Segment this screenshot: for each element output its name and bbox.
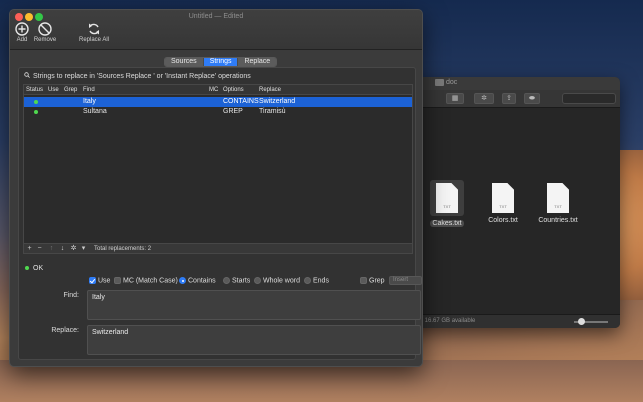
match-case-checkbox[interactable]: MC (Match Case): [114, 277, 178, 284]
find-cell: Sultana: [83, 108, 107, 115]
file-name: Countries.txt: [538, 217, 578, 224]
tab-replace[interactable]: Replace: [238, 58, 277, 66]
whole-word-radio[interactable]: Whole word: [254, 277, 300, 284]
search-icon: [24, 72, 30, 80]
description-text: Strings to replace in 'Sources Replace '…: [33, 73, 251, 80]
radio-icon: [254, 277, 261, 284]
total-replacements: Total replacements: 2: [94, 246, 152, 252]
checkbox-icon: [114, 277, 121, 284]
finder-toolbar: ▦ ✲ ⇪ ⬬: [408, 90, 620, 108]
starts-radio[interactable]: Starts: [223, 277, 250, 284]
status-text: OK: [33, 265, 44, 272]
strings-panel: Strings to replace in 'Sources Replace '…: [18, 67, 422, 360]
remove-row-button[interactable]: −: [35, 245, 44, 253]
use-checkbox[interactable]: Use: [89, 277, 110, 284]
view-grid-icon[interactable]: ▦: [446, 93, 464, 104]
options-cell: CONTAINS: [223, 98, 259, 105]
add-button[interactable]: Add: [14, 22, 30, 43]
replace-cell: Switzerland: [259, 98, 296, 105]
add-row-button[interactable]: +: [25, 245, 34, 253]
column-header-mc[interactable]: MC: [209, 87, 218, 93]
remove-button[interactable]: Remove: [33, 22, 57, 43]
table-header: Status Use Grep Find MC Options Replace: [24, 85, 412, 95]
file-name: Colors.txt: [488, 217, 518, 224]
file-name: Cakes.txt: [430, 220, 464, 227]
finder-search-input[interactable]: [562, 93, 616, 104]
status-indicator: [34, 110, 38, 114]
icon-size-slider-handle[interactable]: [578, 318, 585, 325]
find-label: Find:: [63, 292, 79, 299]
share-icon[interactable]: ⇪: [502, 93, 516, 104]
column-header-replace[interactable]: Replace: [259, 87, 281, 93]
text-file-icon: TXT: [547, 183, 569, 213]
tag-icon[interactable]: ⬬: [524, 93, 540, 104]
move-up-button[interactable]: ↑: [47, 245, 56, 253]
checkbox-icon: [360, 277, 367, 284]
ends-radio[interactable]: Ends: [304, 277, 329, 284]
checkbox-checked-icon: [89, 277, 96, 284]
chevron-down-icon[interactable]: ▾: [79, 245, 88, 253]
tab-strings[interactable]: Strings: [203, 58, 239, 66]
insert-popup-button[interactable]: Insert: [389, 276, 422, 285]
status-indicator: [34, 100, 38, 104]
folder-icon: [435, 79, 444, 86]
contains-radio[interactable]: Contains: [179, 277, 216, 284]
file-item[interactable]: TXT Cakes.txt: [420, 180, 474, 227]
radio-icon: [223, 277, 230, 284]
status-ok-indicator: [25, 266, 29, 271]
status-line: OK: [25, 265, 43, 272]
column-header-grep[interactable]: Grep: [64, 87, 77, 93]
replace-cell: Tiramisù: [259, 108, 286, 115]
tab-sources[interactable]: Sources: [165, 58, 204, 66]
find-cell: Italy: [83, 98, 96, 105]
replace-field[interactable]: Switzerland: [87, 325, 421, 355]
strings-table[interactable]: Status Use Grep Find MC Options Replace …: [23, 84, 413, 254]
panel-description: Strings to replace in 'Sources Replace '…: [24, 72, 251, 80]
file-item[interactable]: TXT Colors.txt: [476, 183, 530, 224]
options-cell: GREP: [223, 108, 243, 115]
text-file-icon: TXT: [492, 183, 514, 213]
finder-title: doc: [446, 79, 458, 86]
main-window[interactable]: Untitled — Edited Add Remove Replace All…: [9, 9, 423, 367]
radio-icon: [304, 277, 311, 284]
refresh-icon: [89, 23, 99, 35]
window-title: Untitled — Edited: [188, 13, 244, 20]
column-header-find[interactable]: Find: [83, 87, 95, 93]
view-tabs: Sources Strings Replace: [164, 57, 278, 67]
find-field[interactable]: Italy: [87, 290, 421, 320]
file-item[interactable]: TXT Countries.txt: [531, 183, 585, 224]
replace-label: Replace:: [51, 327, 79, 334]
window-titlebar[interactable]: Untitled — Edited Add Remove Replace All: [10, 10, 422, 50]
move-down-button[interactable]: ↓: [58, 245, 67, 253]
table-footer: + − ↑ ↓ ✲ ▾ Total replacements: 2: [24, 243, 412, 253]
column-header-status[interactable]: Status: [26, 87, 43, 93]
finder-titlebar[interactable]: doc: [408, 77, 620, 90]
text-file-icon: TXT: [436, 183, 458, 213]
gear-icon[interactable]: ✲: [69, 245, 78, 253]
add-label: Add: [16, 37, 28, 43]
table-row[interactable]: Italy CONTAINS Switzerland: [24, 97, 412, 107]
finder-status-bar: cted, 16.67 GB available: [408, 314, 620, 328]
prohibit-icon: [38, 22, 52, 36]
replace-all-label: Replace All: [78, 37, 110, 43]
column-header-use[interactable]: Use: [48, 87, 59, 93]
finder-window[interactable]: doc ▦ ✲ ⇪ ⬬ TXT Cakes.txt TXT Colors.txt…: [408, 77, 620, 328]
table-row[interactable]: Sultana GREP Tiramisù: [24, 107, 412, 117]
grep-checkbox[interactable]: Grep: [360, 277, 385, 284]
remove-label: Remove: [33, 37, 57, 43]
replace-all-button[interactable]: Replace All: [78, 22, 110, 43]
column-header-options[interactable]: Options: [223, 87, 244, 93]
radio-selected-icon: [179, 277, 186, 284]
gear-icon[interactable]: ✲: [474, 93, 494, 104]
plus-circle-icon: [15, 22, 29, 36]
